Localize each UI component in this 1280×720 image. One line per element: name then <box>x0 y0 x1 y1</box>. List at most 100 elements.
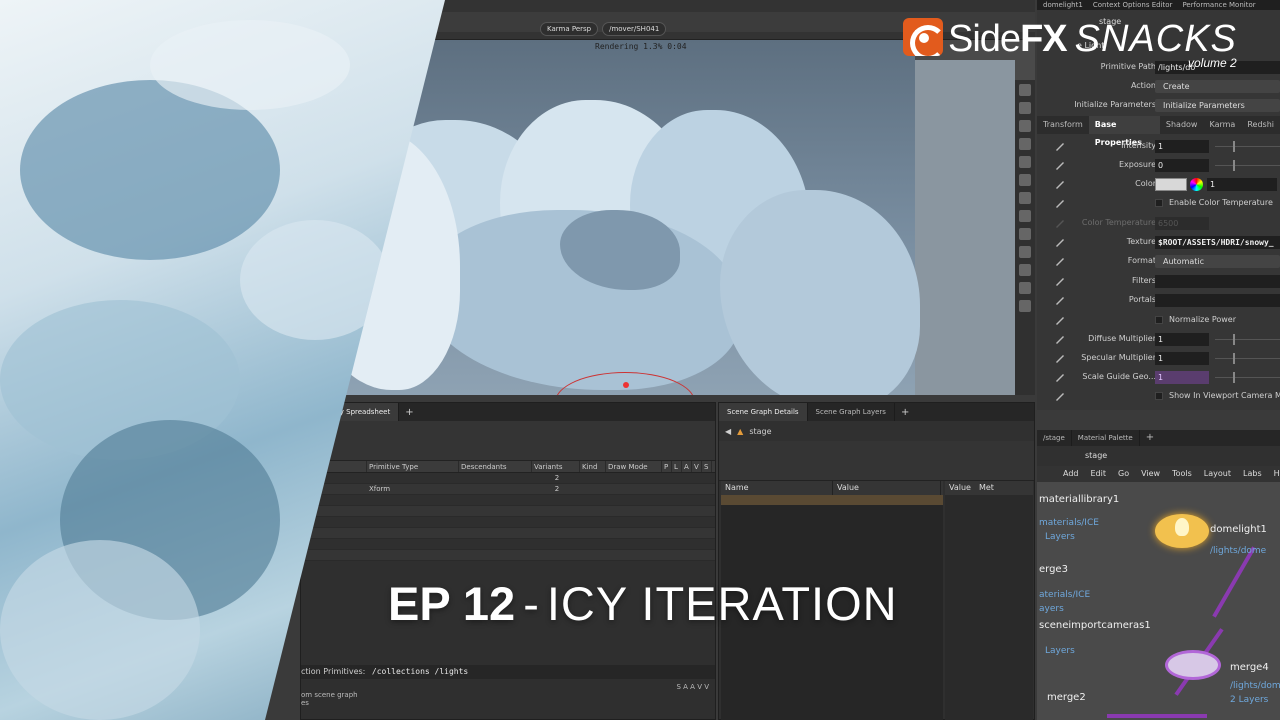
column-v[interactable]: V <box>692 461 702 472</box>
table-row[interactable]: Xform 2 <box>301 484 715 495</box>
menu-view[interactable]: View <box>1141 466 1160 482</box>
column-s[interactable]: S <box>702 461 712 472</box>
tab-shadow[interactable]: Shadow <box>1160 116 1204 134</box>
pencil-icon[interactable] <box>1055 335 1065 344</box>
render-icon[interactable] <box>1019 300 1031 312</box>
grid-icon[interactable] <box>1019 210 1031 222</box>
table-row[interactable] <box>301 539 715 550</box>
back-arrow-icon[interactable]: ◀ <box>725 427 731 436</box>
color-swatch[interactable] <box>1155 178 1187 191</box>
exposure-input[interactable]: 0 <box>1155 159 1209 172</box>
merge4-node[interactable] <box>1165 650 1221 680</box>
table-row[interactable] <box>301 517 715 528</box>
tab-stage[interactable]: /stage <box>1037 430 1072 446</box>
portals-input[interactable] <box>1155 294 1280 307</box>
selected-row[interactable] <box>721 495 943 505</box>
specular-multiplier-slider[interactable] <box>1215 353 1280 364</box>
menu-edit[interactable]: Edit <box>1091 466 1107 482</box>
column-primitive-type[interactable]: Primitive Type <box>367 461 459 472</box>
tab-domelight[interactable]: domelight1 <box>1043 0 1083 10</box>
scale-guide-slider[interactable] <box>1215 372 1280 383</box>
menu-tools[interactable]: Tools <box>1172 466 1192 482</box>
intensity-slider[interactable] <box>1215 141 1280 152</box>
light-icon[interactable] <box>1019 156 1031 168</box>
tab-transform[interactable]: Transform <box>1037 116 1089 134</box>
node-merge2[interactable]: merge2 <box>1047 692 1086 703</box>
column-kind[interactable]: Kind <box>580 461 606 472</box>
node-merge3[interactable]: erge3 <box>1039 564 1068 575</box>
pencil-icon[interactable] <box>1055 161 1065 170</box>
exposure-slider[interactable] <box>1215 160 1280 171</box>
add-tab-icon[interactable]: + <box>1140 430 1160 446</box>
pause-icon[interactable] <box>1019 246 1031 258</box>
pencil-icon[interactable] <box>1055 354 1065 363</box>
intensity-input[interactable]: 1 <box>1155 140 1209 153</box>
table-row[interactable] <box>301 528 715 539</box>
show-in-viewport-checkbox[interactable] <box>1155 392 1163 400</box>
initialize-dropdown[interactable]: Initialize Parameters <box>1155 99 1280 112</box>
menu-labs[interactable]: Labs <box>1243 466 1262 482</box>
add-tab-icon[interactable]: + <box>399 407 419 418</box>
scale-guide-input[interactable]: 1 <box>1155 371 1209 384</box>
texture-input[interactable]: $ROOT/ASSETS/HDRI/snowy_ <box>1155 236 1280 249</box>
tab-context-options[interactable]: Context Options Editor <box>1093 0 1173 10</box>
pencil-icon[interactable] <box>1055 373 1065 382</box>
network-path-label[interactable]: stage <box>1085 451 1107 460</box>
column-value[interactable]: Value <box>833 481 941 495</box>
column-a[interactable]: A <box>682 461 692 472</box>
tab-material-palette[interactable]: Material Palette <box>1072 430 1140 446</box>
color-value-input[interactable]: 1 <box>1207 178 1277 191</box>
pencil-icon[interactable] <box>1055 296 1065 305</box>
menu-add[interactable]: Add <box>1063 466 1079 482</box>
metadata-tab[interactable]: Met <box>979 481 994 495</box>
format-dropdown[interactable]: Automatic <box>1155 255 1280 268</box>
texture-icon[interactable] <box>1019 282 1031 294</box>
pencil-icon[interactable] <box>1055 257 1065 266</box>
diffuse-multiplier-input[interactable]: 1 <box>1155 333 1209 346</box>
collection-input[interactable]: /collections /lights <box>372 667 468 676</box>
pencil-icon[interactable] <box>1055 392 1065 401</box>
node-domelight1[interactable]: domelight1 <box>1210 524 1267 535</box>
diffuse-multiplier-slider[interactable] <box>1215 334 1280 345</box>
camera-icon[interactable] <box>1019 228 1031 240</box>
table-row[interactable] <box>301 550 715 561</box>
filters-input[interactable] <box>1155 275 1280 288</box>
camera-handle-dot[interactable] <box>623 382 629 388</box>
pencil-icon[interactable] <box>1055 316 1065 325</box>
tab-performance-monitor[interactable]: Performance Monitor <box>1182 0 1255 10</box>
tab-scene-graph-layers[interactable]: Scene Graph Layers <box>808 403 895 421</box>
camera-menu[interactable]: Karma Persp <box>540 22 599 36</box>
column-p[interactable]: P <box>662 461 672 472</box>
menu-help[interactable]: H <box>1274 466 1280 482</box>
action-dropdown[interactable]: Create <box>1155 80 1280 93</box>
domelight-node[interactable] <box>1155 514 1209 548</box>
network-canvas[interactable]: materiallibrary1 materials/ICE Layers er… <box>1037 482 1280 720</box>
menu-go[interactable]: Go <box>1118 466 1129 482</box>
pencil-icon[interactable] <box>1055 238 1065 247</box>
lock-icon[interactable] <box>1019 120 1031 132</box>
tab-scene-graph-details[interactable]: Scene Graph Details <box>719 403 808 421</box>
column-l[interactable]: L <box>672 461 682 472</box>
enable-color-temp-checkbox[interactable] <box>1155 199 1163 207</box>
specular-multiplier-input[interactable]: 1 <box>1155 352 1209 365</box>
light-icon[interactable] <box>1019 192 1031 204</box>
snap-icon[interactable] <box>1019 138 1031 150</box>
node-merge4[interactable]: merge4 <box>1230 662 1269 673</box>
table-row[interactable] <box>301 495 715 506</box>
color-wheel-icon[interactable] <box>1190 178 1203 191</box>
light-icon[interactable] <box>1019 174 1031 186</box>
pencil-icon[interactable] <box>1055 199 1065 208</box>
tab-karma[interactable]: Karma <box>1203 116 1241 134</box>
pencil-icon[interactable] <box>1055 180 1065 189</box>
tab-base-properties[interactable]: Base Properties <box>1088 116 1160 147</box>
add-tab-icon[interactable]: + <box>895 407 915 418</box>
camera-path-menu[interactable]: /mover/SH041 <box>602 22 667 36</box>
stage-path-label[interactable]: stage <box>749 427 771 436</box>
node-sceneimportcameras1[interactable]: sceneimportcameras1 <box>1039 620 1151 631</box>
pencil-icon[interactable] <box>1055 142 1065 151</box>
tab-redshift[interactable]: Redshi <box>1241 116 1280 134</box>
normalize-power-checkbox[interactable] <box>1155 316 1163 324</box>
pencil-icon[interactable] <box>1055 277 1065 286</box>
column-draw-mode[interactable]: Draw Mode <box>606 461 662 472</box>
shading-icon[interactable] <box>1019 264 1031 276</box>
